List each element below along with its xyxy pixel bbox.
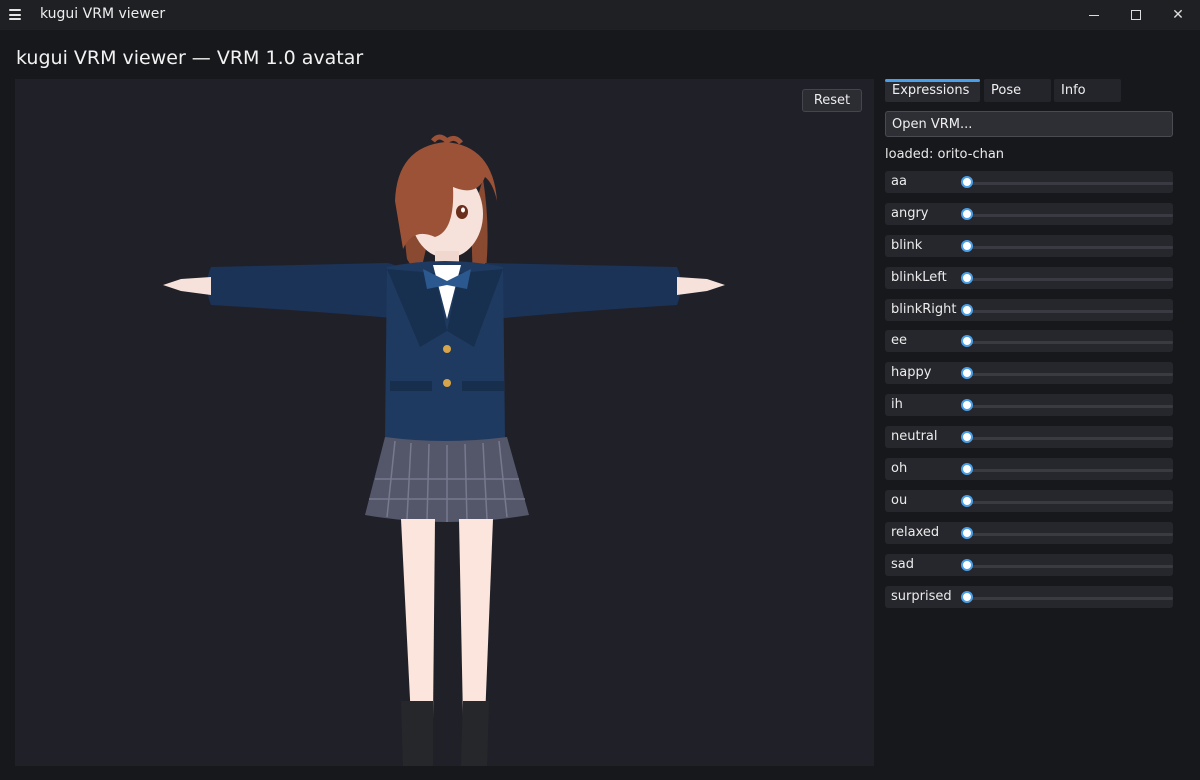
slider-track: [966, 469, 1173, 473]
minimize-icon: [1089, 14, 1099, 16]
slider-thumb[interactable]: [961, 399, 973, 412]
expression-label: angry: [891, 205, 929, 221]
expression-slider-ou[interactable]: [961, 490, 1173, 512]
maximize-button[interactable]: [1116, 0, 1156, 30]
tab-bar: Expressions Pose Info: [884, 79, 1174, 102]
expression-slider-surprised[interactable]: [961, 586, 1173, 608]
avatar-model: [163, 134, 725, 766]
slider-track: [966, 309, 1173, 313]
expression-slider-ih[interactable]: [961, 394, 1173, 416]
expression-row-sad: sad: [885, 553, 1173, 576]
slider-thumb[interactable]: [961, 335, 973, 348]
avatar-viewport[interactable]: Reset: [15, 79, 874, 766]
slider-track: [966, 532, 1173, 536]
slider-thumb[interactable]: [961, 494, 973, 507]
slider-track: [966, 405, 1173, 409]
side-panel: Expressions Pose Info Open VRM... loaded…: [884, 79, 1174, 766]
expression-slider-angry[interactable]: [961, 203, 1173, 225]
tab-expressions[interactable]: Expressions: [885, 79, 980, 102]
expression-row-ou: ou: [885, 489, 1173, 512]
expression-slider-oh[interactable]: [961, 458, 1173, 480]
slider-thumb[interactable]: [961, 558, 973, 571]
expression-label: blinkRight: [891, 301, 957, 317]
expression-row-happy: happy: [885, 362, 1173, 385]
slider-thumb[interactable]: [961, 271, 973, 284]
slider-thumb[interactable]: [961, 463, 973, 476]
expression-label: sad: [891, 556, 914, 572]
slider-track: [966, 596, 1173, 600]
expression-label: surprised: [891, 588, 952, 604]
expression-slider-happy[interactable]: [961, 362, 1173, 384]
slider-thumb[interactable]: [961, 590, 973, 603]
slider-thumb[interactable]: [961, 303, 973, 316]
window-title: kugui VRM viewer: [40, 6, 166, 22]
expression-slider-blinkright[interactable]: [961, 299, 1173, 321]
expression-label: aa: [891, 174, 907, 189]
expression-row-blinkright: blinkRight: [885, 298, 1173, 321]
expression-row-aa: aa: [885, 171, 1173, 193]
slider-thumb[interactable]: [961, 207, 973, 220]
expression-label: relaxed: [891, 524, 940, 540]
tab-info[interactable]: Info: [1054, 79, 1121, 102]
expression-row-ee: ee: [885, 330, 1173, 353]
hamburger-menu-icon[interactable]: [9, 9, 21, 20]
slider-track: [966, 277, 1173, 281]
minimize-button[interactable]: [1074, 0, 1114, 30]
slider-thumb[interactable]: [961, 367, 973, 380]
expression-list: aa angry blink blinkLeft blinkRight ee happy ih…: [885, 171, 1173, 617]
loaded-status: loaded: orito-chan: [885, 147, 1005, 162]
slider-thumb[interactable]: [961, 431, 973, 444]
slider-track: [966, 341, 1173, 345]
expression-row-surprised: surprised: [885, 585, 1173, 608]
reset-button[interactable]: Reset: [802, 89, 862, 112]
page-title: kugui VRM viewer — VRM 1.0 avatar: [16, 47, 364, 69]
expression-label: happy: [891, 365, 932, 381]
expression-row-ih: ih: [885, 394, 1173, 417]
slider-thumb[interactable]: [961, 176, 973, 188]
expression-slider-sad[interactable]: [961, 554, 1173, 576]
maximize-icon: [1131, 10, 1141, 20]
expression-slider-relaxed[interactable]: [961, 522, 1173, 544]
slider-track: [966, 213, 1173, 217]
close-button[interactable]: ✕: [1158, 0, 1198, 30]
expression-label: blink: [891, 237, 923, 253]
expression-row-blinkleft: blinkLeft: [885, 266, 1173, 289]
slider-track: [966, 500, 1173, 504]
expression-slider-blink[interactable]: [961, 235, 1173, 257]
slider-track: [966, 373, 1173, 377]
expression-row-angry: angry: [885, 202, 1173, 225]
expression-label: ih: [891, 397, 903, 413]
expression-label: ee: [891, 333, 907, 349]
expression-row-neutral: neutral: [885, 426, 1173, 449]
slider-track: [966, 182, 1173, 185]
expression-row-oh: oh: [885, 458, 1173, 481]
slider-thumb[interactable]: [961, 239, 973, 252]
expression-label: blinkLeft: [891, 269, 947, 285]
slider-track: [966, 437, 1173, 441]
slider-track: [966, 564, 1173, 568]
slider-track: [966, 245, 1173, 249]
title-bar: kugui VRM viewer ✕: [0, 0, 1200, 30]
expression-slider-blinkleft[interactable]: [961, 267, 1173, 289]
expression-slider-ee[interactable]: [961, 330, 1173, 352]
expression-label: ou: [891, 492, 908, 508]
tab-pose[interactable]: Pose: [984, 79, 1051, 102]
expression-row-relaxed: relaxed: [885, 521, 1173, 544]
close-icon: ✕: [1172, 7, 1184, 23]
open-vrm-button[interactable]: Open VRM...: [885, 111, 1173, 137]
slider-thumb[interactable]: [961, 526, 973, 539]
expression-slider-aa[interactable]: [961, 171, 1173, 193]
expression-slider-neutral[interactable]: [961, 426, 1173, 448]
expression-label: neutral: [891, 429, 938, 445]
expression-label: oh: [891, 461, 908, 477]
expression-row-blink: blink: [885, 234, 1173, 257]
